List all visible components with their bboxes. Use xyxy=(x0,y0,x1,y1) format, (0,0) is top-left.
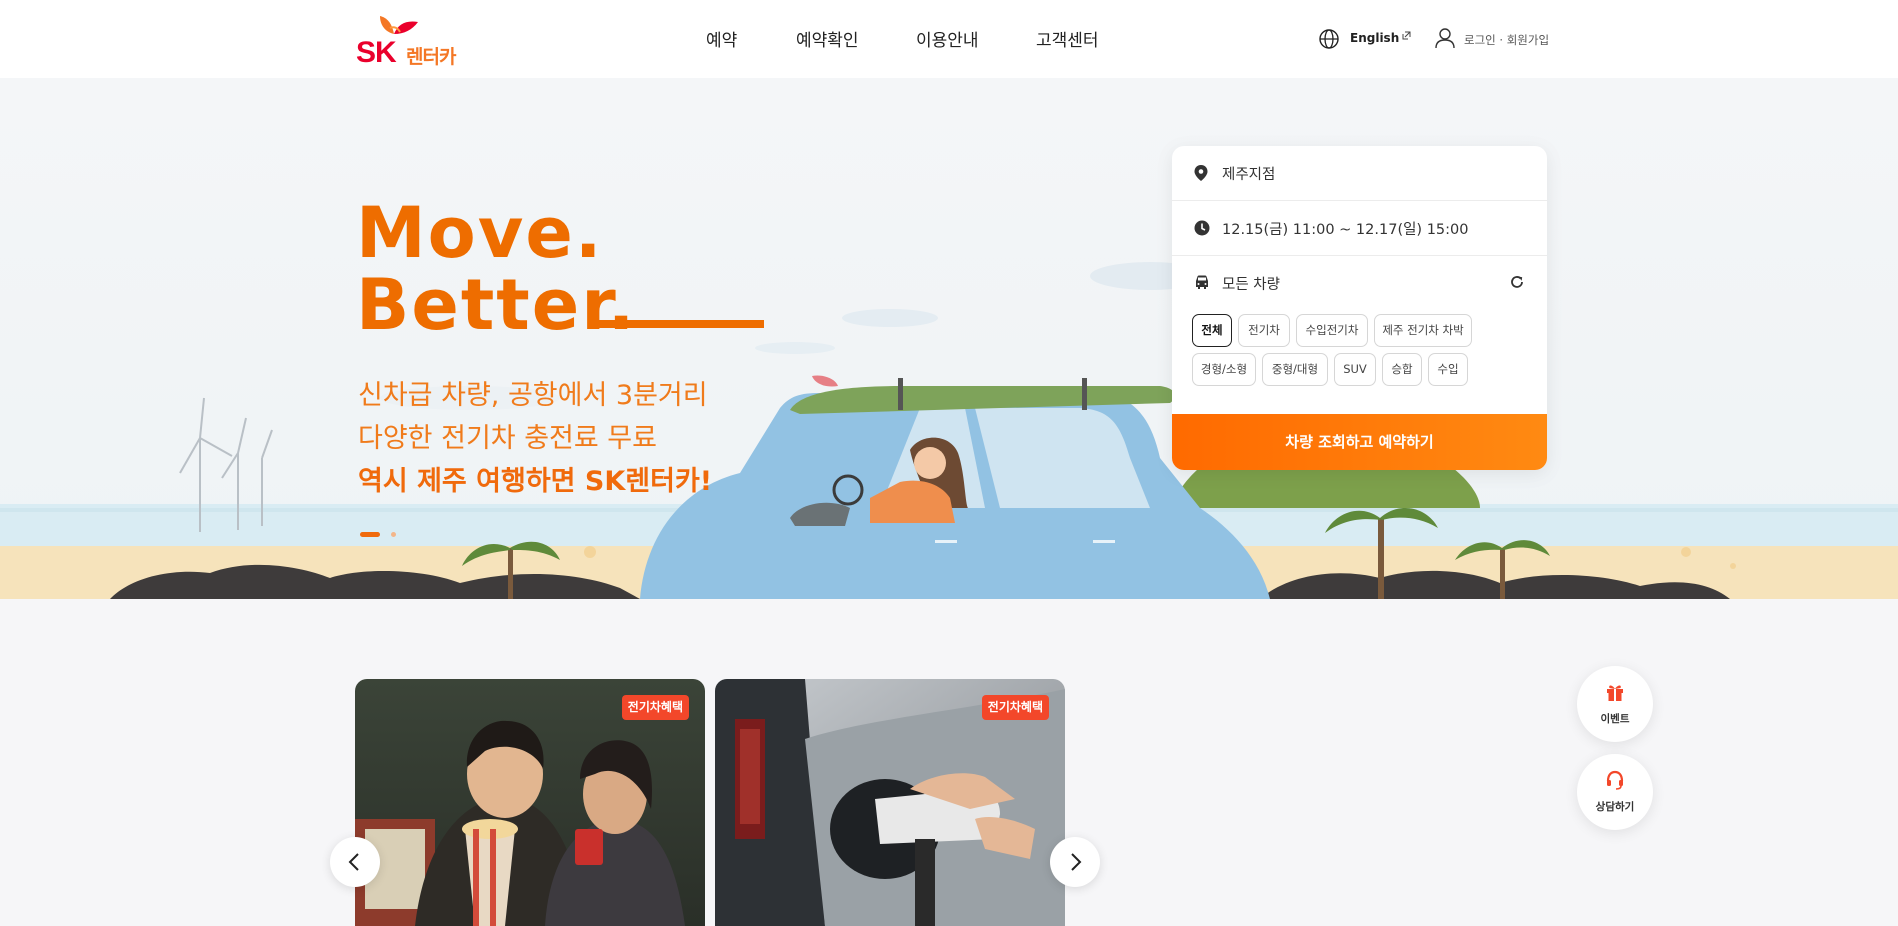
carousel-next-button[interactable] xyxy=(1050,837,1100,887)
event-banner-1[interactable]: 전기차혜택 xyxy=(355,679,705,926)
logo-name-text: 렌터카 xyxy=(406,46,456,68)
chip-imported-ev[interactable]: 수입전기차 xyxy=(1296,314,1368,347)
nav-reservation[interactable]: 예약 xyxy=(706,26,737,51)
language-label: English xyxy=(1350,31,1400,45)
vehicle-type-selector[interactable]: 모든 차량 xyxy=(1172,256,1547,311)
login-link[interactable]: 로그인 · 회원가입 xyxy=(1434,27,1549,53)
ev-benefit-badge: 전기차혜택 xyxy=(981,695,1049,720)
consult-floating-button[interactable]: 상담하기 xyxy=(1577,754,1653,830)
location-value: 제주지점 xyxy=(1222,167,1276,183)
nav-customer-center[interactable]: 고객센터 xyxy=(1036,26,1099,51)
chevron-right-icon xyxy=(1071,853,1082,871)
hero-slogan: Move. Better. xyxy=(356,192,764,346)
refresh-icon[interactable] xyxy=(1509,274,1525,290)
slide-dot[interactable] xyxy=(391,532,396,537)
chip-jeju-ev-camping[interactable]: 제주 전기차 차박 xyxy=(1374,314,1472,347)
gift-icon xyxy=(1607,685,1623,701)
clock-icon xyxy=(1194,220,1210,236)
ev-benefit-badge: 전기차혜택 xyxy=(621,695,689,720)
slide-dot-active[interactable] xyxy=(360,532,380,537)
nav-reservation-check[interactable]: 예약확인 xyxy=(796,26,859,51)
hero-copy-line-3: 역시 제주 여행하면 SK렌터카! xyxy=(358,466,713,497)
datetime-selector[interactable]: 12.15(금) 11:00 ~ 12.17(일) 15:00 xyxy=(1172,201,1547,256)
external-link-icon xyxy=(1402,31,1411,40)
hero-section: Move. Better. 신차급 차량, 공항에서 3분거리 다양한 전기차 … xyxy=(0,78,1898,599)
carousel-prev-button[interactable] xyxy=(330,837,380,887)
datetime-value: 12.15(금) 11:00 ~ 12.17(일) 15:00 xyxy=(1222,222,1469,238)
slogan-line-1: Move. xyxy=(356,192,604,274)
hero-copy-line-1: 신차급 차량, 공항에서 3분거리 xyxy=(358,380,708,411)
chevron-left-icon xyxy=(348,853,359,871)
jeju-beach-illustration xyxy=(0,262,1898,599)
vehicle-type-value: 모든 차량 xyxy=(1222,277,1280,293)
slogan-underline xyxy=(596,320,764,328)
event-banner-2[interactable]: 전기차혜택 xyxy=(715,679,1065,926)
globe-icon xyxy=(1319,29,1339,49)
headset-icon xyxy=(1606,770,1624,790)
nav-usage-guide[interactable]: 이용안내 xyxy=(916,26,979,51)
chip-all[interactable]: 전체 xyxy=(1192,314,1232,347)
user-icon xyxy=(1435,28,1455,49)
logo-sk-text: SK xyxy=(356,36,397,69)
chip-midsize[interactable]: 중형/대형 xyxy=(1262,353,1328,386)
location-selector[interactable]: 제주지점 xyxy=(1172,146,1547,201)
chip-compact[interactable]: 경형/소형 xyxy=(1192,353,1256,386)
event-floating-button[interactable]: 이벤트 xyxy=(1577,666,1653,742)
chip-van[interactable]: 승합 xyxy=(1382,353,1422,386)
hero-copy: 신차급 차량, 공항에서 3분거리 다양한 전기차 충전료 무료 역시 제주 여… xyxy=(358,374,712,503)
location-pin-icon xyxy=(1194,165,1208,181)
chip-ev[interactable]: 전기차 xyxy=(1238,314,1290,347)
hero-copy-line-2: 다양한 전기차 충전료 무료 xyxy=(358,423,657,454)
event-label: 이벤트 xyxy=(1600,713,1630,725)
chip-suv[interactable]: SUV xyxy=(1334,353,1376,386)
site-header: SK 렌터카 예약 예약확인 이용안내 고객센터 English 로그인 · 회… xyxy=(0,0,1898,78)
consult-label: 상담하기 xyxy=(1595,801,1635,813)
booking-card: 제주지점 12.15(금) 11:00 ~ 12.17(일) 15:00 모든 … xyxy=(1172,146,1547,470)
search-reserve-button[interactable]: 차량 조회하고 예약하기 xyxy=(1172,414,1547,470)
chip-imported[interactable]: 수입 xyxy=(1428,353,1468,386)
login-label: 로그인 · 회원가입 xyxy=(1464,33,1550,47)
sk-rentacar-logo[interactable]: SK 렌터카 xyxy=(356,14,466,69)
slogan-line-2: Better. xyxy=(356,264,637,346)
car-icon xyxy=(1196,275,1208,289)
